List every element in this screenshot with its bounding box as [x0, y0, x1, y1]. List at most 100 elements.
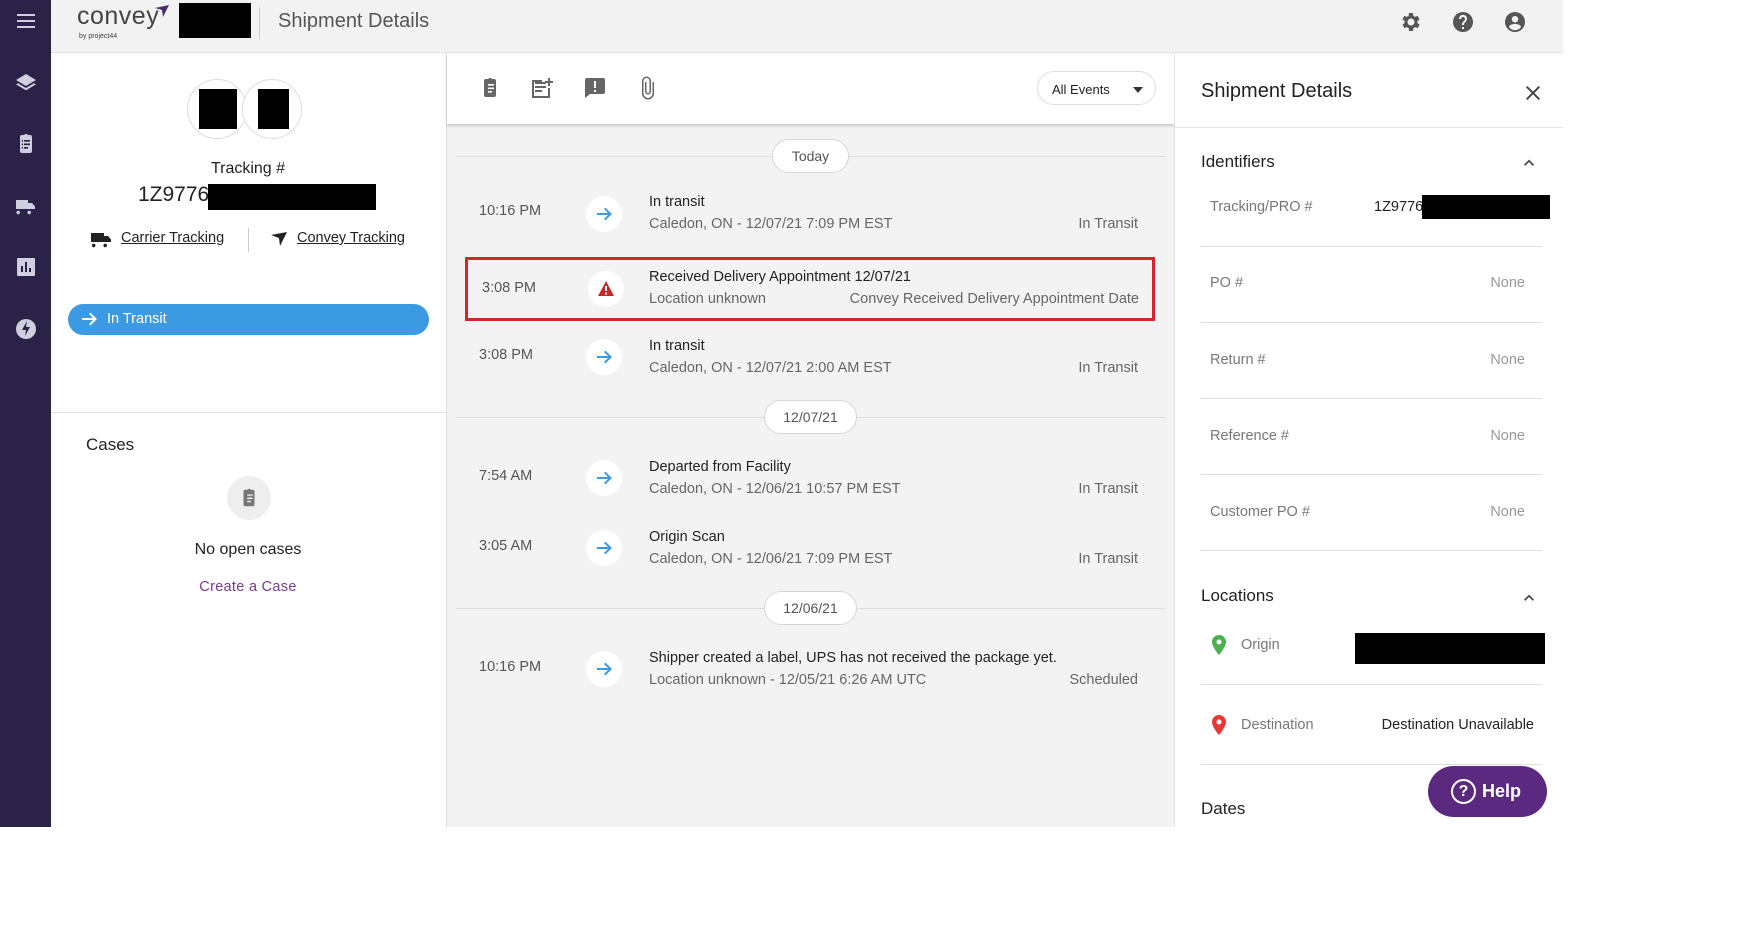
close-icon[interactable] — [1521, 81, 1545, 105]
account-icon[interactable] — [1502, 9, 1528, 35]
identifier-row: Reference # None — [1201, 399, 1542, 475]
divider — [248, 228, 249, 252]
analytics-icon[interactable] — [7, 250, 44, 284]
shipment-details-panel: Shipment Details Identifiers Tracking/PR… — [1174, 53, 1563, 827]
event-title: Received Delivery Appointment 12/07/21 — [649, 269, 911, 285]
destination-pin-icon — [1212, 715, 1226, 735]
identifier-value: None — [1490, 504, 1525, 520]
layers-icon[interactable] — [7, 66, 44, 100]
create-case-link[interactable]: Create a Case — [51, 579, 445, 595]
settings-icon[interactable] — [1397, 9, 1423, 35]
redacted-block — [1422, 195, 1550, 219]
event-status: In Transit — [1078, 481, 1138, 497]
redacted-block — [208, 184, 376, 210]
location-value: Destination Unavailable — [1381, 717, 1534, 733]
date-separator: 12/07/21 — [456, 400, 1165, 434]
divider — [51, 412, 446, 413]
redacted-block — [1355, 633, 1545, 664]
identifier-row: Return # None — [1201, 323, 1542, 399]
add-note-icon[interactable] — [530, 75, 556, 101]
no-cases-text: No open cases — [194, 541, 302, 558]
event-status: Scheduled — [1069, 672, 1138, 688]
clipboard-icon[interactable] — [477, 75, 503, 101]
convey-tracking-link[interactable]: Convey Tracking — [297, 230, 405, 246]
dates-heading: Dates — [1201, 799, 1246, 818]
truck-icon[interactable] — [7, 189, 44, 223]
cases-heading: Cases — [86, 435, 135, 454]
nav-rail — [0, 0, 51, 827]
event-status: Convey Received Delivery Appointment Dat… — [849, 291, 1139, 307]
events-filter-value: All Events — [1052, 82, 1110, 97]
carrier-tracking-link[interactable]: Carrier Tracking — [121, 230, 224, 246]
event-row[interactable]: 3:05 AM Origin Scan Caledon, ON - 12/06/… — [456, 516, 1165, 578]
app-page: convey by project44 Shipment Details Tra… — [0, 0, 1563, 827]
location-label: Origin — [1241, 637, 1280, 653]
date-separator: 12/06/21 — [456, 591, 1165, 625]
event-title: In transit — [649, 194, 705, 210]
convey-mark-icon — [271, 232, 287, 246]
tracking-links: Carrier Tracking Convey Tracking — [91, 228, 431, 252]
tracking-label: Tracking # — [210, 160, 286, 177]
arrow-right-icon — [586, 460, 622, 496]
location-row: Destination Destination Unavailable — [1201, 685, 1542, 765]
event-title: Departed from Facility — [649, 459, 791, 475]
event-time: 3:05 AM — [479, 538, 533, 554]
identifier-value: 1Z9776 — [1374, 199, 1424, 215]
help-button[interactable]: ? Help — [1428, 766, 1547, 817]
caret-down-icon — [1133, 87, 1143, 93]
exception-icon[interactable] — [582, 75, 608, 101]
arrow-right-icon — [586, 196, 622, 232]
event-location: Caledon, ON - 12/06/21 7:09 PM EST — [649, 551, 893, 567]
tracking-number: 1Z9776 — [138, 183, 210, 206]
event-row[interactable]: 7:54 AM Departed from Facility Caledon, … — [456, 446, 1165, 508]
events-panel: All Events Today 10:16 PM In transit Cal… — [447, 53, 1174, 827]
event-row[interactable]: 10:16 PM In transit Caledon, ON - 12/07/… — [456, 181, 1165, 243]
convey-logo[interactable]: convey by project44 — [77, 2, 177, 46]
redacted-block — [199, 89, 237, 129]
event-location: Caledon, ON - 12/06/21 10:57 PM EST — [649, 481, 901, 497]
event-status: In Transit — [1078, 551, 1138, 567]
logo-subtext: by project44 — [79, 33, 118, 40]
event-title: Shipper created a label, UPS has not rec… — [649, 650, 1057, 666]
panel-title: Shipment Details — [1201, 80, 1353, 102]
attachment-icon[interactable] — [635, 75, 661, 101]
event-title: Origin Scan — [649, 529, 725, 545]
event-status: In Transit — [1078, 360, 1138, 376]
logo-mark-icon — [155, 5, 169, 17]
event-status: In Transit — [1078, 216, 1138, 232]
events-filter-select[interactable]: All Events — [1037, 71, 1156, 105]
help-label: Help — [1482, 781, 1522, 801]
identifier-label: PO # — [1210, 275, 1244, 291]
event-location: Caledon, ON - 12/07/21 7:09 PM EST — [649, 216, 893, 232]
event-time: 3:08 PM — [482, 280, 536, 296]
top-bar: convey by project44 Shipment Details — [51, 0, 1563, 53]
chevron-up-icon[interactable] — [1519, 588, 1539, 608]
locations-heading: Locations — [1201, 586, 1274, 605]
event-row[interactable]: 3:08 PM In transit Caledon, ON - 12/07/2… — [456, 325, 1165, 387]
event-time: 10:16 PM — [479, 203, 542, 219]
panel-header: Shipment Details — [1175, 53, 1563, 128]
lightning-icon[interactable] — [7, 312, 44, 346]
identifier-label: Reference # — [1210, 428, 1289, 444]
help-circle-icon[interactable] — [1450, 9, 1476, 35]
event-location: Caledon, ON - 12/07/21 2:00 AM EST — [649, 360, 892, 376]
truck-icon — [91, 233, 111, 248]
event-title: In transit — [649, 338, 705, 354]
redacted-block — [179, 3, 251, 38]
event-time: 7:54 AM — [479, 468, 533, 484]
event-location: Location unknown - 12/05/21 6:26 AM UTC — [649, 672, 927, 688]
date-pill: 12/07/21 — [764, 400, 857, 434]
menu-icon[interactable] — [7, 4, 44, 38]
events-toolbar: All Events — [447, 53, 1174, 124]
event-row[interactable]: 10:16 PM Shipper created a label, UPS ha… — [456, 637, 1165, 699]
divider — [259, 7, 260, 39]
origin-pin-icon — [1212, 635, 1226, 655]
arrow-right-icon — [82, 312, 97, 326]
chevron-up-icon[interactable] — [1519, 153, 1539, 173]
date-pill: Today — [772, 139, 849, 173]
clipboard-icon[interactable] — [7, 127, 44, 161]
status-label: In Transit — [107, 311, 167, 327]
event-row-highlighted[interactable]: 3:08 PM Received Delivery Appointment 12… — [465, 257, 1155, 321]
event-time: 10:16 PM — [479, 659, 542, 675]
date-separator: Today — [456, 139, 1165, 173]
